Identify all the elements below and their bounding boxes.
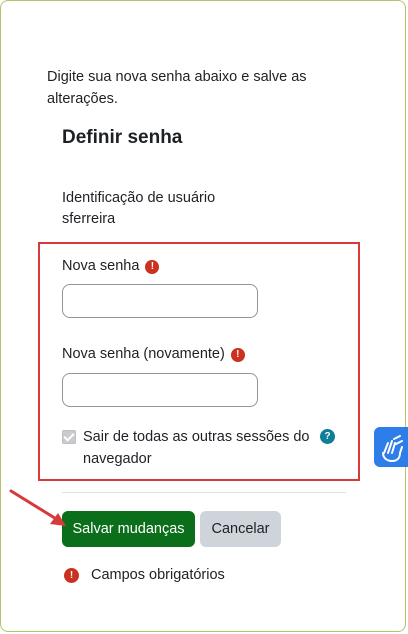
save-button[interactable]: Salvar mudanças [62, 511, 195, 547]
required-icon: ! [145, 260, 160, 274]
new-password-again-label: Nova senha (novamente) [62, 346, 225, 362]
new-password-label: Nova senha [62, 258, 140, 274]
user-id-label: Identificação de usuário [62, 190, 216, 206]
logout-sessions-checkbox[interactable] [62, 430, 76, 444]
required-fields-label: Campos obrigatórios [91, 567, 225, 583]
help-icon[interactable]: ? [320, 429, 335, 444]
logout-sessions-label[interactable]: Sair de todas as outras sessões do naveg… [83, 426, 313, 470]
accessibility-widget[interactable] [374, 427, 408, 467]
sign-language-icon [382, 435, 403, 462]
required-icon: ! [230, 348, 245, 362]
annotation-arrow-icon [9, 489, 66, 526]
user-id-value: sferreira [62, 211, 116, 227]
required-icon: ! [64, 568, 79, 583]
divider [62, 492, 346, 493]
new-password-again-label-row: Nova senha (novamente)! [62, 344, 245, 364]
new-password-again-input[interactable] [62, 373, 258, 407]
required-fields-note: ! Campos obrigatórios [64, 566, 225, 584]
intro-text: Digite sua nova senha abaixo e salve as … [47, 69, 307, 107]
cancel-button[interactable]: Cancelar [200, 511, 281, 547]
new-password-label-row: Nova senha! [62, 256, 160, 276]
new-password-input[interactable] [62, 284, 258, 318]
section-title: Definir senha [62, 127, 183, 148]
